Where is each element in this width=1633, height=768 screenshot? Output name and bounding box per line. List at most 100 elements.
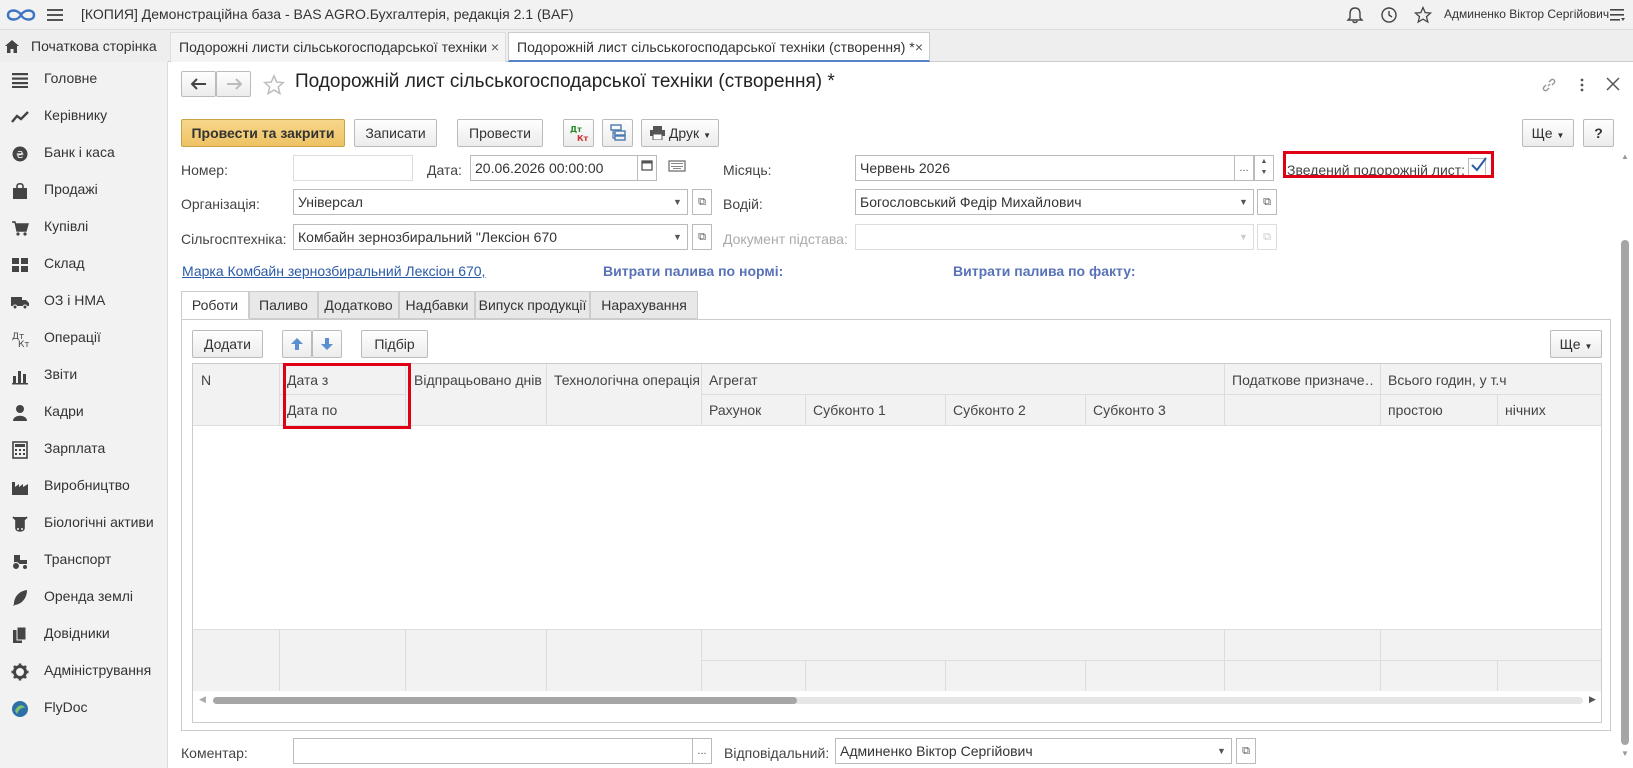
column-total-hours[interactable]: Всього годин, у т.ч <box>1388 372 1507 388</box>
sidebar-item-manager[interactable]: Керівнику <box>0 99 168 135</box>
app-logo-icon[interactable] <box>6 6 36 24</box>
main-menu-icon[interactable] <box>47 7 63 23</box>
responsible-field[interactable]: Админенко Віктор Сергійович <box>835 738 1213 764</box>
bell-icon[interactable] <box>1346 6 1364 24</box>
column-subconto-1[interactable]: Субконто 1 <box>813 402 886 418</box>
more-button[interactable]: Ще ▼ <box>1522 119 1574 147</box>
add-row-button[interactable]: Додати <box>192 330 263 358</box>
scroll-right-icon[interactable]: ▶ <box>1589 694 1596 705</box>
tab-additional[interactable]: Додатково <box>318 291 399 319</box>
spinner-up-icon[interactable]: ▲ <box>1261 158 1268 165</box>
tab-bonuses[interactable]: Надбавки <box>399 291 475 319</box>
sidebar-item-admin[interactable]: Адміністрування <box>0 654 168 690</box>
link-icon[interactable] <box>1541 77 1557 93</box>
column-days-worked[interactable]: Відпрацьовано днів <box>414 372 542 388</box>
current-user[interactable]: Админенко Віктор Сергійович <box>1444 7 1609 21</box>
tab-fuel[interactable]: Паливо <box>249 291 318 319</box>
more-label: Ще <box>1531 125 1553 141</box>
sidebar-item-transport[interactable]: Транспорт <box>0 543 168 579</box>
print-button[interactable]: Друк ▼ <box>641 119 719 147</box>
machine-brand-link[interactable]: Марка Комбайн зернозбиральний Лексіон 67… <box>182 263 485 279</box>
sidebar-item-flydoc[interactable]: FlyDoc <box>0 691 168 727</box>
sidebar-item-purchases[interactable]: Купівлі <box>0 210 168 246</box>
month-spinner[interactable]: ▲ ▼ <box>1254 155 1274 181</box>
column-aggregate[interactable]: Агрегат <box>709 372 758 388</box>
responsible-open-icon[interactable]: ⧉ <box>1236 738 1256 764</box>
sidebar-item-bank[interactable]: ₴ Банк і каса <box>0 136 168 172</box>
tab-production-output[interactable]: Випуск продукції <box>475 291 590 319</box>
horizontal-scrollbar[interactable]: ◀ ▶ <box>193 692 1601 708</box>
sidebar-item-fixed-assets[interactable]: ОЗ і НМА <box>0 284 168 320</box>
structure-button[interactable] <box>602 119 633 147</box>
move-up-button[interactable] <box>282 330 312 358</box>
tab-waybills-list[interactable]: Подорожні листи сільськогосподарської те… <box>170 32 506 62</box>
sidebar-item-operations[interactable]: Дт Кт Операції <box>0 321 168 357</box>
machine-dropdown-icon[interactable]: ▼ <box>668 224 688 250</box>
sidebar-item-sales[interactable]: Продажі <box>0 173 168 209</box>
column-subconto-3[interactable]: Субконто 3 <box>1093 402 1166 418</box>
scroll-left-icon[interactable]: ◀ <box>199 694 206 705</box>
post-and-close-button[interactable]: Провести та закрити <box>181 119 345 147</box>
responsible-dropdown-icon[interactable]: ▼ <box>1212 738 1232 764</box>
column-subconto-2[interactable]: Субконто 2 <box>953 402 1026 418</box>
table-more-button[interactable]: Ще ▼ <box>1550 330 1602 358</box>
sidebar-item-directories[interactable]: Довідники <box>0 617 168 653</box>
column-tax-purpose[interactable]: Податкове призначе… <box>1232 372 1374 388</box>
month-select-button[interactable]: ... <box>1234 155 1254 181</box>
sidebar-item-bio-assets[interactable]: Біологічні активи <box>0 506 168 542</box>
tab-home[interactable]: Початкова сторінка <box>0 32 168 62</box>
scroll-up-icon[interactable]: ▲ <box>1621 152 1629 161</box>
close-icon[interactable]: × <box>915 33 923 61</box>
column-night[interactable]: нічних <box>1505 402 1546 418</box>
help-button[interactable]: ? <box>1583 119 1614 147</box>
column-account[interactable]: Рахунок <box>709 402 761 418</box>
spinner-down-icon[interactable]: ▼ <box>1261 169 1268 176</box>
selection-button[interactable]: Підбір <box>361 330 428 358</box>
history-icon[interactable] <box>1380 6 1398 24</box>
scroll-down-icon[interactable]: ▼ <box>1621 749 1629 758</box>
organization-field[interactable]: Універсал <box>293 189 669 215</box>
tab-waybill-create[interactable]: Подорожній лист сільськогосподарської те… <box>508 32 930 62</box>
machine-open-icon[interactable]: ⧉ <box>692 224 712 250</box>
sidebar-item-reports[interactable]: Звіти <box>0 358 168 394</box>
dt-kt-button[interactable]: Дт Кт <box>563 119 594 147</box>
tab-works[interactable]: Роботи <box>181 291 249 319</box>
column-tech-operation[interactable]: Технологічна операція <box>554 372 700 388</box>
tab-accruals[interactable]: Нарахування <box>590 291 698 319</box>
sidebar-item-land-lease[interactable]: Оренда землі <box>0 580 168 616</box>
comment-expand-button[interactable]: ... <box>692 738 712 764</box>
machine-field[interactable]: Комбайн зернозбиральний "Лексіон 670 <box>293 224 669 250</box>
forward-button[interactable] <box>216 71 251 97</box>
save-button[interactable]: Записати <box>354 119 437 147</box>
month-field[interactable]: Червень 2026 <box>855 155 1235 181</box>
driver-open-icon[interactable]: ⧉ <box>1257 189 1277 215</box>
sidebar-item-salary[interactable]: Зарплата <box>0 432 168 468</box>
settings-menu-icon[interactable] <box>1608 6 1626 24</box>
favorite-star-icon[interactable] <box>263 74 285 96</box>
sidebar-item-warehouse[interactable]: Склад <box>0 247 168 283</box>
organization-open-icon[interactable]: ⧉ <box>692 189 712 215</box>
sidebar-item-production[interactable]: Виробництво <box>0 469 168 505</box>
favorites-star-icon[interactable] <box>1414 6 1432 24</box>
vertical-scrollbar[interactable]: ▲ ▼ <box>1620 152 1630 762</box>
comment-field[interactable] <box>293 738 693 764</box>
vertical-scroll-thumb[interactable] <box>1621 240 1629 745</box>
number-field[interactable] <box>293 155 413 181</box>
column-n[interactable]: N <box>201 372 211 388</box>
sidebar-item-hr[interactable]: Кадри <box>0 395 168 431</box>
back-button[interactable] <box>181 71 216 97</box>
more-vertical-icon[interactable] <box>1574 77 1590 93</box>
column-idle[interactable]: простою <box>1388 402 1443 418</box>
driver-field[interactable]: Богословський Федір Михайлович <box>855 189 1235 215</box>
driver-dropdown-icon[interactable]: ▼ <box>1234 189 1254 215</box>
scroll-thumb[interactable] <box>213 697 797 704</box>
sidebar-item-main[interactable]: Головне <box>0 62 168 98</box>
close-icon[interactable]: × <box>491 33 499 61</box>
post-button[interactable]: Провести <box>457 119 543 147</box>
calendar-button[interactable] <box>637 155 657 181</box>
close-form-icon[interactable] <box>1606 77 1620 91</box>
keyboard-icon[interactable] <box>668 159 686 173</box>
organization-dropdown-icon[interactable]: ▼ <box>668 189 688 215</box>
date-field[interactable]: 20.06.2026 00:00:00 <box>470 155 638 181</box>
move-down-button[interactable] <box>312 330 342 358</box>
